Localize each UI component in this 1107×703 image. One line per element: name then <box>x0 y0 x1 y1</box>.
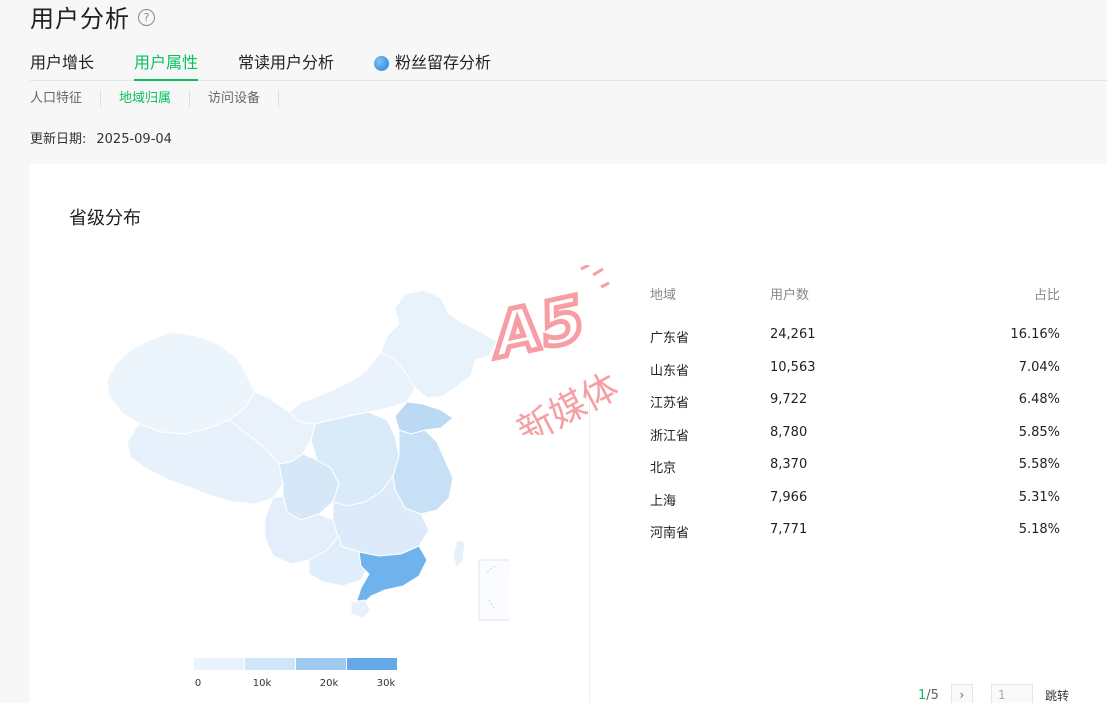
header-users: 用户数 <box>770 288 810 303</box>
cell-ratio: 16.16% <box>1010 327 1060 342</box>
tab-label: 粉丝留存分析 <box>395 53 492 72</box>
main-tabs: 用户增长 用户属性 常读用户分析 粉丝留存分析 <box>30 48 1107 81</box>
cell-region: 广东省 <box>650 331 690 346</box>
subtab-region[interactable]: 地域归属 <box>119 91 191 107</box>
tab-label: 用户属性 <box>134 53 199 72</box>
update-label: 更新日期: <box>30 132 87 147</box>
cell-ratio: 5.18% <box>1018 522 1060 537</box>
legend-step <box>245 658 296 670</box>
legend-label: 10k <box>252 678 272 689</box>
cell-users: 24,261 <box>770 327 816 342</box>
cell-ratio: 5.31% <box>1018 489 1060 505</box>
jump-button[interactable]: 跳转 <box>1045 687 1069 703</box>
table-row: 浙江省 8,780 5.85% <box>650 425 1060 458</box>
cell-users: 7,966 <box>770 489 808 505</box>
title-row: 用户分析 ? <box>30 0 155 33</box>
legend-step <box>194 658 245 670</box>
tab-user-growth[interactable]: 用户增长 <box>30 48 94 81</box>
help-icon[interactable]: ? <box>138 9 155 26</box>
header-ratio: 占比 <box>1033 288 1060 303</box>
tab-fan-retention[interactable]: 粉丝留存分析 <box>374 48 491 81</box>
update-date-row: 更新日期: 2025-09-04 <box>30 128 172 147</box>
table-row: 江苏省 9,722 6.48% <box>650 392 1060 425</box>
table-row: 北京 8,370 5.58% <box>650 457 1060 490</box>
table-row: 山东省 10,563 7.04% <box>650 360 1060 393</box>
tab-label: 用户增长 <box>30 53 95 72</box>
legend-label: 20k <box>319 678 339 689</box>
legend-label: 0 <box>194 678 202 689</box>
cell-users: 7,771 <box>770 522 808 537</box>
cell-ratio: 5.85% <box>1018 424 1060 440</box>
legend-step <box>296 658 347 670</box>
tab-frequent-readers[interactable]: 常读用户分析 <box>238 48 334 81</box>
tab-user-attributes[interactable]: 用户属性 <box>134 48 199 81</box>
cell-region: 山东省 <box>650 363 690 379</box>
pager-current: 1 <box>918 687 927 703</box>
cell-ratio: 5.58% <box>1018 457 1060 472</box>
subtab-devices[interactable]: 访问设备 <box>208 91 280 107</box>
map-region-guangdong[interactable] <box>356 545 428 605</box>
map-region-north[interactable] <box>288 351 416 425</box>
cell-region: 浙江省 <box>650 428 690 444</box>
page-jump-input[interactable] <box>990 684 1033 703</box>
map-region-taiwan[interactable] <box>452 539 466 570</box>
table-header: 地域 用户数 占比 <box>650 284 1060 304</box>
map-table-divider <box>589 389 590 703</box>
subtab-demographics[interactable]: 人口特征 <box>30 91 102 107</box>
map-legend: 0 10k 20k 30k <box>194 658 397 694</box>
next-page-button[interactable]: › <box>950 684 973 703</box>
legend-label: 30k <box>376 678 396 689</box>
province-distribution-card: 省级分布 0 10k 20k 30k 地域 用户数 占比 广东省 24,261 … <box>29 164 1107 703</box>
cell-ratio: 7.04% <box>1018 359 1060 375</box>
table-row: 广东省 24,261 16.16% <box>650 327 1060 360</box>
cell-ratio: 6.48% <box>1018 392 1060 407</box>
map-region-hainan[interactable] <box>350 599 372 619</box>
update-date: 2025-09-04 <box>96 132 172 147</box>
pagination: 1 / 5 › 跳转 <box>918 684 1069 703</box>
card-title: 省级分布 <box>69 208 141 229</box>
sub-tabs: 人口特征 地域归属 访问设备 <box>30 90 297 108</box>
header-region: 地域 <box>650 288 677 303</box>
water-drop-icon <box>374 56 390 71</box>
region-table: 地域 用户数 占比 广东省 24,261 16.16% 山东省 10,563 7.04%… <box>650 284 1060 555</box>
table-row: 上海 7,966 5.31% <box>650 490 1060 523</box>
cell-users: 8,780 <box>770 424 808 440</box>
south-china-sea-inset <box>478 559 509 621</box>
legend-labels: 0 10k 20k 30k <box>194 678 397 694</box>
legend-step <box>347 658 397 670</box>
cell-region: 北京 <box>650 461 677 476</box>
cell-region: 河南省 <box>650 526 690 541</box>
cell-region: 江苏省 <box>650 396 690 411</box>
table-row: 河南省 7,771 5.18% <box>650 522 1060 555</box>
map-region-shandong[interactable] <box>394 401 454 435</box>
map-region-east[interactable] <box>392 429 454 515</box>
china-map <box>106 289 509 621</box>
user-analysis-page: 用户分析 ? 用户增长 用户属性 常读用户分析 粉丝留存分析 人口特征 地域归属… <box>0 0 1107 703</box>
tab-label: 常读用户分析 <box>238 53 335 72</box>
cell-region: 上海 <box>650 493 677 509</box>
legend-color-bar <box>194 658 397 670</box>
cell-users: 9,722 <box>770 392 808 407</box>
cell-users: 8,370 <box>770 457 808 472</box>
pager-total: 5 <box>930 687 939 703</box>
page-title: 用户分析 <box>30 4 130 33</box>
cell-users: 10,563 <box>770 359 816 375</box>
